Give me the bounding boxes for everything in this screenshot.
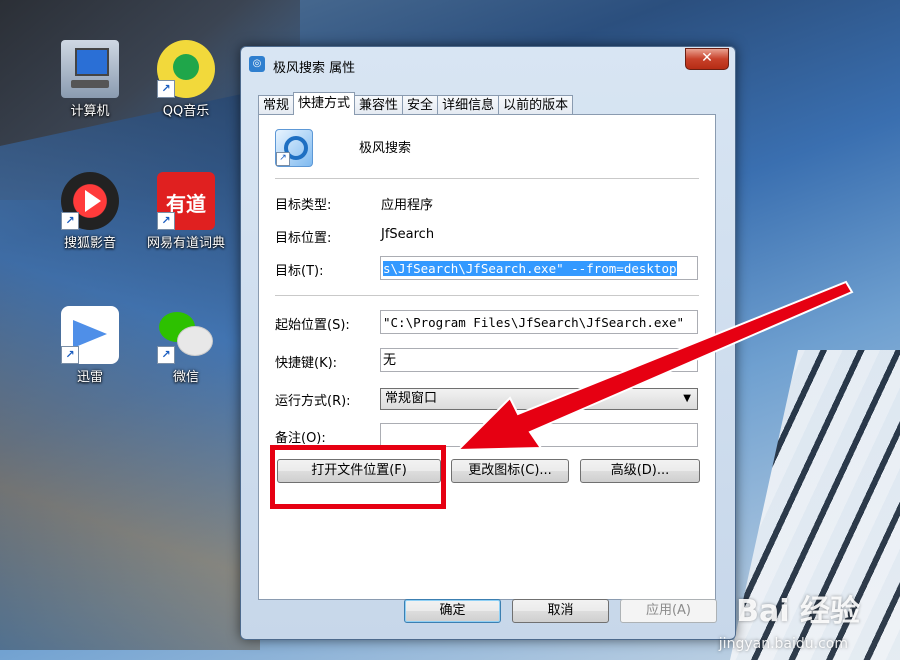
advanced-button[interactable]: 高级(D)... xyxy=(580,459,700,483)
target-input-value: s\JfSearch\JfSearch.exe" --from=desktop xyxy=(383,261,677,276)
desktop-icon-label: 搜狐影音 xyxy=(63,236,116,251)
app-search-icon: ◎ xyxy=(249,56,265,72)
properties-dialog: ◎ 极风搜索 属性 ✕ 常规 快捷方式 兼容性 安全 详细信息 以前的版本 ↗ … xyxy=(240,46,736,640)
target-type-label: 目标类型: xyxy=(275,198,332,213)
shortcut-key-label: 快捷键(K): xyxy=(275,356,338,371)
comment-input[interactable] xyxy=(380,423,698,447)
cancel-button[interactable]: 取消 xyxy=(512,599,609,623)
target-label: 目标(T): xyxy=(275,264,324,279)
start-in-label: 起始位置(S): xyxy=(275,318,350,333)
desktop-icon-label: 微信 xyxy=(172,370,199,385)
desktop-icon-label: 迅雷 xyxy=(76,370,103,385)
tab-previous-versions[interactable]: 以前的版本 xyxy=(498,95,574,115)
tab-security[interactable]: 安全 xyxy=(402,95,439,115)
start-in-input[interactable]: "C:\Program Files\JfSearch\JfSearch.exe" xyxy=(380,310,698,334)
tab-shortcut[interactable]: 快捷方式 xyxy=(293,92,356,115)
target-input[interactable]: s\JfSearch\JfSearch.exe" --from=desktop xyxy=(380,256,698,280)
close-button[interactable]: ✕ xyxy=(685,48,729,70)
desktop-icon-computer[interactable]: 计算机 xyxy=(44,40,136,119)
app-search-icon: ↗ xyxy=(275,129,313,167)
qq-music-icon: ↗ xyxy=(157,40,215,98)
shortcut-arrow-icon: ↗ xyxy=(61,212,79,230)
desktop-icon-label: QQ音乐 xyxy=(162,104,210,119)
computer-icon xyxy=(61,40,119,98)
desktop-icon-wechat[interactable]: ↗ 微信 xyxy=(140,306,232,385)
highlight-box xyxy=(270,445,446,509)
target-location-label: 目标位置: xyxy=(275,231,332,246)
divider xyxy=(275,178,699,179)
shortcut-panel: ↗ 极风搜索 目标类型: 应用程序 目标位置: JfSearch 目标(T): … xyxy=(258,114,716,600)
run-select[interactable]: 常规窗口 ▼ xyxy=(380,388,698,410)
sohu-video-icon: ↗ xyxy=(61,172,119,230)
desktop-icon-qq-music[interactable]: ↗ QQ音乐 xyxy=(140,40,232,119)
baidu-watermark-url: jingyan.baidu.com xyxy=(718,636,848,652)
wechat-icon: ↗ xyxy=(157,306,215,364)
dialog-title: 极风搜索 属性 xyxy=(273,61,356,76)
target-type-value: 应用程序 xyxy=(381,198,434,213)
divider xyxy=(275,295,699,296)
shortcut-arrow-icon: ↗ xyxy=(157,346,175,364)
desktop-icon-label: 网易有道词典 xyxy=(146,236,225,251)
desktop-icon-label: 计算机 xyxy=(70,104,110,119)
target-location-value: JfSearch xyxy=(381,227,435,242)
shortcut-arrow-icon: ↗ xyxy=(61,346,79,364)
chevron-down-icon: ▼ xyxy=(683,393,691,404)
title-bar[interactable]: ◎ 极风搜索 属性 ✕ xyxy=(241,47,735,81)
baidu-watermark: Bai 经验 xyxy=(736,594,860,629)
change-icon-button[interactable]: 更改图标(C)... xyxy=(451,459,569,483)
apply-button[interactable]: 应用(A) xyxy=(620,599,717,623)
desktop-icon-sohu-video[interactable]: ↗ 搜狐影音 xyxy=(44,172,136,251)
youdao-dict-icon: 有道 ↗ xyxy=(157,172,215,230)
ok-button[interactable]: 确定 xyxy=(404,599,501,623)
shortcut-key-input[interactable]: 无 xyxy=(380,348,698,372)
tab-compatibility[interactable]: 兼容性 xyxy=(354,95,404,115)
tab-details[interactable]: 详细信息 xyxy=(437,95,500,115)
app-name: 极风搜索 xyxy=(359,141,412,156)
tab-general[interactable]: 常规 xyxy=(258,95,295,115)
tab-bar: 常规 快捷方式 兼容性 安全 详细信息 以前的版本 xyxy=(258,92,574,115)
run-select-value: 常规窗口 xyxy=(385,391,438,406)
thunder-icon: ↗ xyxy=(61,306,119,364)
shortcut-arrow-icon: ↗ xyxy=(276,152,290,166)
desktop-icon-thunder[interactable]: ↗ 迅雷 xyxy=(44,306,136,385)
shortcut-arrow-icon: ↗ xyxy=(157,80,175,98)
desktop-icon-youdao[interactable]: 有道 ↗ 网易有道词典 xyxy=(140,172,232,251)
run-label: 运行方式(R): xyxy=(275,394,351,409)
shortcut-arrow-icon: ↗ xyxy=(157,212,175,230)
comment-label: 备注(O): xyxy=(275,431,326,446)
